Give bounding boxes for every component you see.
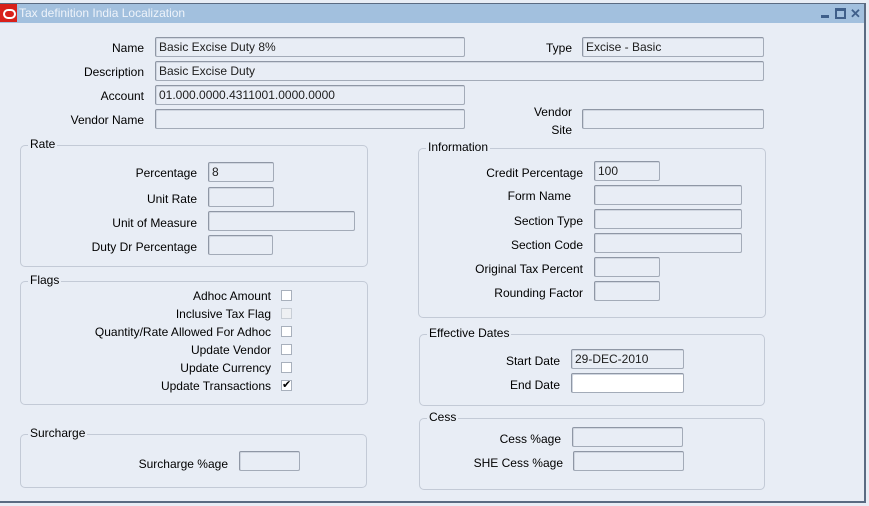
flag-label: Update Currency: [180, 361, 271, 375]
form-name-label: Form Name: [507, 189, 571, 203]
she-cess-pct-label: SHE Cess %age: [473, 456, 563, 470]
flag-label: Quantity/Rate Allowed For Adhoc: [94, 325, 271, 339]
title-bar[interactable]: Tax definition India Localization ✕: [0, 4, 864, 23]
percentage-label: Percentage: [135, 166, 197, 180]
unit-rate-label: Unit Rate: [146, 192, 197, 206]
account-label: Account: [100, 89, 144, 103]
flag-checkbox[interactable]: [281, 326, 292, 337]
flag-checkbox[interactable]: [281, 344, 292, 355]
end-date-label: End Date: [509, 378, 560, 392]
flag-checkbox[interactable]: [281, 290, 292, 301]
section-type-label: Section Type: [513, 214, 583, 228]
effective-dates-group: Effective Dates: [419, 326, 765, 406]
duty-dr-percentage-field[interactable]: [208, 235, 273, 255]
surcharge-pct-label: Surcharge %age: [138, 457, 228, 471]
information-group-title: Information: [426, 140, 491, 154]
account-field[interactable]: 01.000.0000.4311001.0000.0000: [155, 85, 465, 105]
duty-dr-percentage-label: Duty Dr Percentage: [91, 240, 197, 254]
checkmark-icon: ✔: [282, 379, 292, 391]
end-date-field[interactable]: [571, 373, 684, 393]
close-icon[interactable]: ✕: [850, 7, 861, 20]
flag-checkbox[interactable]: ✔: [281, 380, 292, 391]
vendor-site-label-line1: Vendor: [533, 105, 572, 119]
flag-label: Update Vendor: [190, 343, 271, 357]
start-date-label: Start Date: [505, 354, 560, 368]
unit-rate-field[interactable]: [208, 187, 274, 207]
section-type-field[interactable]: [594, 209, 742, 229]
cess-group-title: Cess: [427, 410, 459, 424]
she-cess-pct-field[interactable]: [573, 451, 684, 471]
unit-of-measure-field[interactable]: [208, 211, 355, 231]
flag-label: Inclusive Tax Flag: [175, 307, 271, 321]
oracle-logo-icon: [0, 4, 17, 22]
surcharge-pct-field[interactable]: [239, 451, 300, 471]
window-title: Tax definition India Localization: [19, 6, 186, 20]
maximize-icon[interactable]: [835, 8, 846, 19]
name-label: Name: [111, 41, 144, 55]
minimize-icon[interactable]: [820, 8, 831, 19]
credit-percentage-field[interactable]: 100: [594, 161, 660, 181]
rate-group-title: Rate: [28, 137, 58, 151]
credit-percentage-label: Credit Percentage: [486, 166, 583, 180]
percentage-field[interactable]: 8: [208, 162, 274, 182]
section-code-field[interactable]: [594, 233, 742, 253]
rounding-factor-label: Rounding Factor: [494, 286, 583, 300]
rounding-factor-field[interactable]: [594, 281, 660, 301]
effective-dates-group-title: Effective Dates: [427, 326, 512, 340]
vendor-site-label-line2: Site: [551, 123, 572, 137]
flag-checkbox[interactable]: [281, 362, 292, 373]
original-tax-percent-label: Original Tax Percent: [475, 262, 583, 276]
flag-checkbox: [281, 308, 292, 319]
flags-group-title: Flags: [28, 273, 62, 287]
section-code-label: Section Code: [510, 238, 583, 252]
flag-label: Adhoc Amount: [192, 289, 271, 303]
vendor-name-field[interactable]: [155, 109, 465, 129]
name-field[interactable]: Basic Excise Duty 8%: [155, 37, 465, 57]
flag-label: Update Transactions: [160, 379, 271, 393]
type-label: Type: [545, 41, 572, 55]
unit-of-measure-label: Unit of Measure: [112, 216, 197, 230]
vendor-name-label: Vendor Name: [70, 113, 144, 127]
vendor-site-field[interactable]: [582, 109, 764, 129]
form-name-field[interactable]: [594, 185, 742, 205]
surcharge-group-title: Surcharge: [28, 426, 88, 440]
original-tax-percent-field[interactable]: [594, 257, 660, 277]
type-field[interactable]: Excise - Basic: [582, 37, 764, 57]
description-label: Description: [83, 65, 144, 79]
start-date-field[interactable]: 29-DEC-2010: [571, 349, 684, 369]
description-field[interactable]: Basic Excise Duty: [155, 61, 764, 81]
cess-pct-label: Cess %age: [499, 432, 561, 446]
cess-pct-field[interactable]: [572, 427, 683, 447]
